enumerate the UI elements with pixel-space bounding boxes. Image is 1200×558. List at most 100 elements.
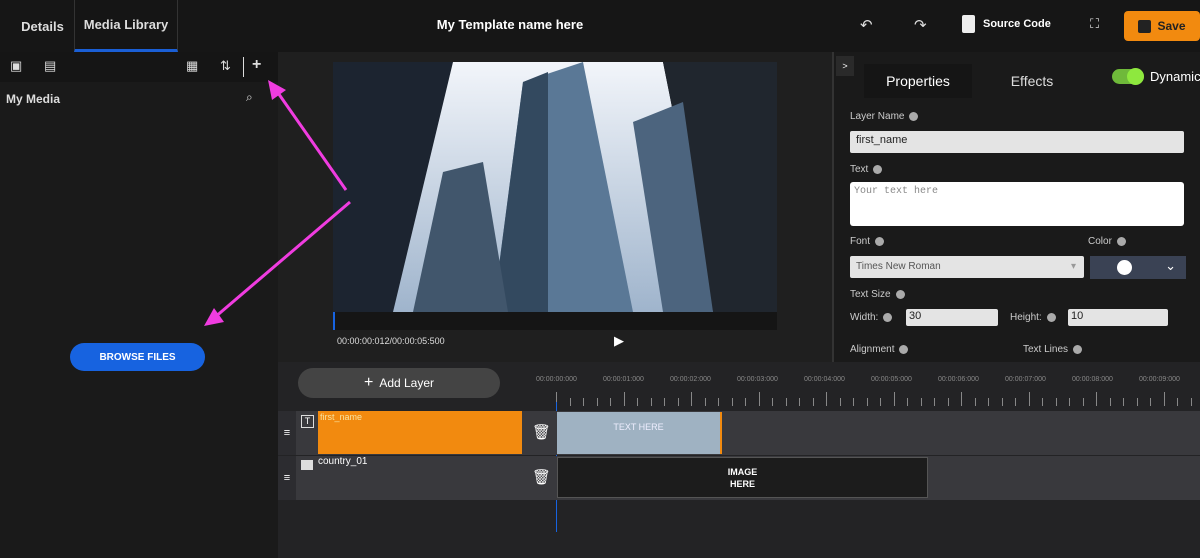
tick-mark bbox=[1177, 398, 1178, 406]
timecode: 00:00:00:012/00:00:05:500 bbox=[337, 336, 445, 346]
tick-mark bbox=[799, 398, 800, 406]
tab-details[interactable]: Details bbox=[10, 0, 75, 52]
info-icon bbox=[873, 165, 883, 174]
tick-label: 00:00:02:000 bbox=[670, 376, 711, 383]
info-icon bbox=[883, 313, 893, 322]
tick-mark bbox=[839, 398, 841, 406]
layer-name[interactable]: country_01 bbox=[318, 456, 367, 467]
template-title[interactable]: My Template name here bbox=[380, 17, 640, 32]
tick-mark bbox=[610, 398, 611, 406]
tick-mark bbox=[1096, 392, 1097, 406]
my-media-title: My Media bbox=[6, 92, 61, 106]
drag-handle-icon[interactable]: ≡ bbox=[278, 411, 296, 455]
timeline-ruler[interactable]: 00:00:00:000 00:00:01:000 00:00:02:000 00:0… bbox=[536, 372, 1200, 410]
text-size-label: Text Size bbox=[850, 289, 891, 300]
info-icon bbox=[895, 290, 905, 299]
image-layer-icon bbox=[301, 460, 313, 470]
trash-icon[interactable]: 🗑 bbox=[532, 468, 551, 486]
tick-mark bbox=[772, 398, 773, 406]
save-button[interactable]: Save bbox=[1124, 11, 1200, 41]
drag-handle-icon[interactable]: ≡ bbox=[278, 456, 296, 500]
text-input[interactable]: Your text here bbox=[850, 182, 1184, 226]
browse-files-button[interactable]: BROWSE FILES bbox=[70, 343, 205, 371]
tick-mark bbox=[961, 392, 962, 406]
font-select[interactable]: Times New Roman ▾ bbox=[850, 256, 1084, 278]
redo-icon[interactable]: ↷ bbox=[914, 16, 927, 34]
tick-label: 00:00:03:000 bbox=[737, 376, 778, 383]
tick-mark bbox=[596, 398, 598, 406]
tick-mark bbox=[569, 398, 571, 406]
tick-mark bbox=[718, 398, 719, 406]
top-bar: Details Media Library My Template name h… bbox=[0, 0, 1200, 52]
tab-media-library[interactable]: Media Library bbox=[74, 0, 178, 52]
font-value: Times New Roman bbox=[856, 261, 941, 272]
tick-mark bbox=[1069, 398, 1070, 406]
source-code-button[interactable]: Source Code bbox=[962, 15, 1051, 33]
tick-mark bbox=[1150, 398, 1151, 406]
grid-view-icon[interactable]: ▦ bbox=[186, 58, 198, 74]
undo-icon[interactable]: ↶ bbox=[860, 16, 873, 34]
info-icon bbox=[909, 112, 919, 121]
tab-effects[interactable]: Effects bbox=[978, 64, 1086, 98]
properties-panel: > Properties Effects Dynamic Layer Name … bbox=[832, 52, 1200, 362]
tab-properties[interactable]: Properties bbox=[864, 64, 972, 98]
preview-panel: 00:00:00:012/00:00:05:500 ▶ bbox=[278, 52, 832, 362]
play-icon[interactable]: ▶ bbox=[614, 333, 624, 349]
tick-mark bbox=[1190, 398, 1192, 406]
tick-mark bbox=[812, 398, 814, 406]
sort-icon[interactable]: ⇅ bbox=[220, 58, 231, 74]
tick-label: 00:00:04:000 bbox=[804, 376, 845, 383]
timeline-clip[interactable]: IMAGE HERE bbox=[557, 457, 928, 498]
tick-mark bbox=[623, 392, 625, 406]
tick-mark bbox=[880, 398, 881, 406]
tick-mark bbox=[731, 398, 733, 406]
tick-mark bbox=[1015, 398, 1016, 406]
tick-mark bbox=[1123, 398, 1124, 406]
layer-name[interactable]: first_name bbox=[318, 411, 522, 454]
dynamic-label: Dynamic bbox=[1150, 69, 1200, 84]
height-input[interactable]: 10 bbox=[1068, 309, 1168, 326]
alignment-label: Alignment bbox=[850, 344, 895, 355]
tick-mark bbox=[1055, 398, 1057, 406]
tick-label: 00:00:05:000 bbox=[871, 376, 912, 383]
search-icon[interactable]: ⌕ bbox=[246, 90, 253, 105]
tick-mark bbox=[826, 392, 827, 406]
tick-mark bbox=[785, 398, 787, 406]
preview-image bbox=[333, 62, 777, 312]
layer-row[interactable]: ≡ country_01 🗑 IMAGE HERE bbox=[278, 456, 1200, 500]
tick-mark bbox=[947, 398, 949, 406]
tick-mark bbox=[650, 398, 652, 406]
tick-mark bbox=[853, 398, 854, 406]
tick-mark bbox=[920, 398, 922, 406]
layer-name-input[interactable]: first_name bbox=[850, 131, 1184, 153]
fullscreen-icon[interactable]: ⛶ bbox=[1090, 16, 1099, 32]
folder-images-icon[interactable]: ▤ bbox=[44, 58, 56, 74]
width-label: Width: bbox=[850, 312, 879, 323]
folder-user-icon[interactable]: ▣ bbox=[10, 58, 22, 74]
plus-icon: + bbox=[363, 374, 374, 391]
width-input[interactable]: 30 bbox=[906, 309, 998, 326]
tick-mark bbox=[677, 398, 679, 406]
color-label: Color bbox=[1088, 236, 1112, 247]
layer-name-label: Layer Name bbox=[850, 111, 905, 122]
text-layer-icon: T bbox=[301, 415, 314, 428]
timeline-clip[interactable]: TEXT HERE bbox=[557, 412, 722, 454]
layer-row[interactable]: ≡ T first_name 🗑 TEXT HERE bbox=[278, 411, 1200, 455]
progress-bar[interactable] bbox=[333, 312, 777, 330]
color-picker[interactable]: ⌄ bbox=[1090, 256, 1186, 279]
info-icon bbox=[875, 237, 885, 246]
tick-mark bbox=[664, 398, 665, 406]
add-layer-button[interactable]: + Add Layer bbox=[298, 368, 500, 398]
add-media-icon[interactable]: + bbox=[252, 56, 261, 74]
dynamic-toggle[interactable] bbox=[1112, 68, 1144, 85]
trash-icon[interactable]: 🗑 bbox=[532, 423, 551, 441]
info-icon bbox=[1073, 345, 1083, 354]
collapse-icon[interactable]: > bbox=[836, 56, 854, 76]
tick-mark bbox=[745, 398, 746, 406]
tick-mark bbox=[704, 398, 706, 406]
tick-label: 00:00:00:000 bbox=[536, 376, 577, 383]
tick-mark bbox=[1082, 398, 1084, 406]
chevron-down-icon: ⌄ bbox=[1165, 258, 1176, 273]
tick-mark bbox=[866, 398, 868, 406]
text-label: Text bbox=[850, 164, 869, 175]
